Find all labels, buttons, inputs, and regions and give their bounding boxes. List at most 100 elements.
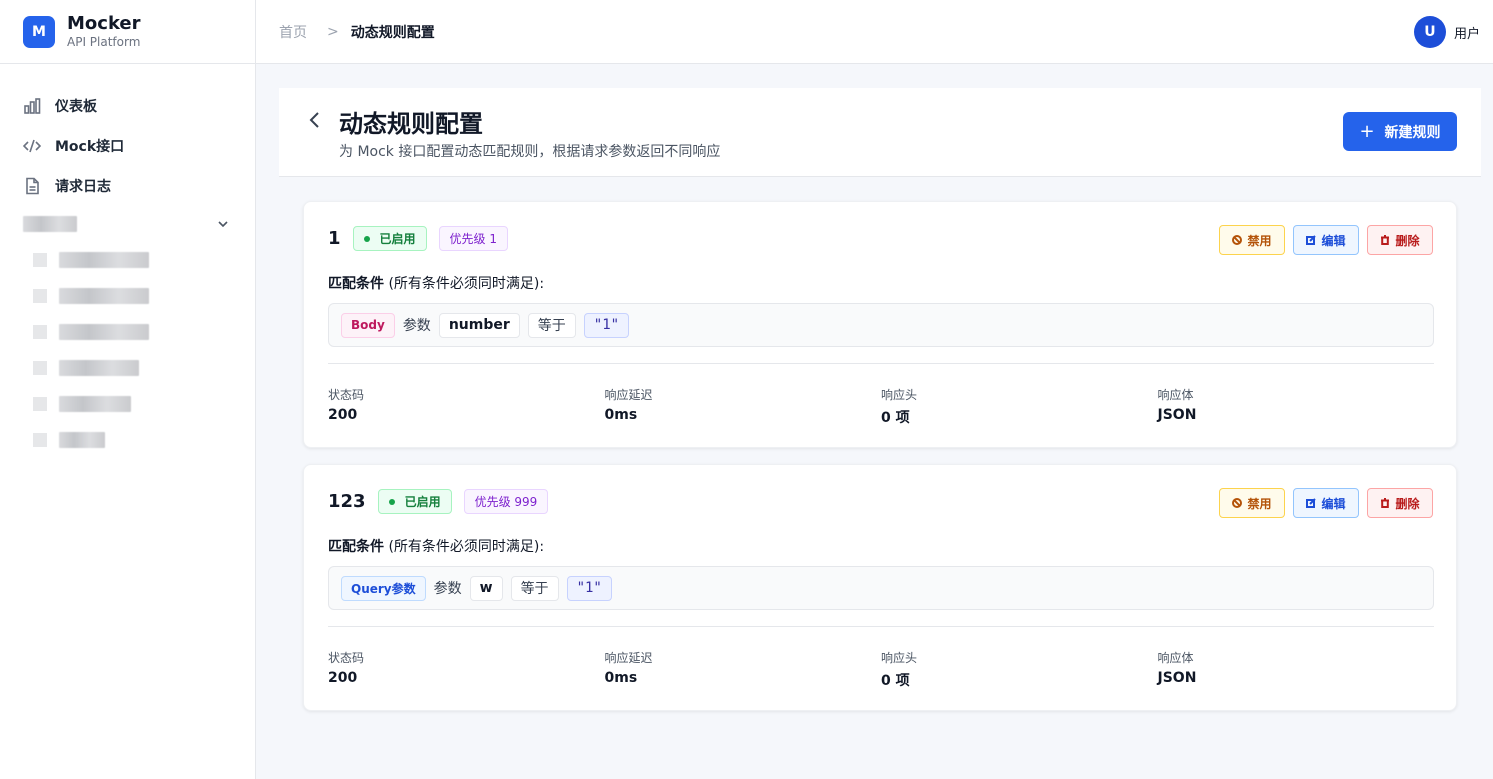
sidebar-item-logs[interactable]: 请求日志 xyxy=(0,166,255,206)
sidebar-item-dashboard[interactable]: 仪表板 xyxy=(0,86,255,126)
stat-value-headers: 0 项 xyxy=(881,673,910,689)
brand-name: Mocker xyxy=(67,12,141,34)
redacted-label xyxy=(59,360,139,376)
status-badge: 已启用 xyxy=(352,226,427,251)
code-icon xyxy=(23,139,41,153)
condition-label: 匹配条件 (所有条件必须同时满足): xyxy=(328,276,545,292)
brand[interactable]: M Mocker API Platform xyxy=(0,0,255,64)
sidebar: M Mocker API Platform 仪表板 Mock接口 请求日志 xyxy=(0,0,256,779)
sidebar-subitem-redacted[interactable] xyxy=(0,386,255,422)
condition-key: w xyxy=(469,575,503,601)
stat-value-delay: 0ms xyxy=(604,407,638,423)
rule-card: 123 已启用 优先级 999 禁用 编辑 删除 匹配条件 (所有条件必须同时满… xyxy=(303,464,1457,711)
stat-value-body: JSON xyxy=(1157,407,1197,423)
sidebar-subitem-redacted[interactable] xyxy=(0,422,255,458)
stat-value-delay: 0ms xyxy=(604,670,638,686)
brand-logo: M xyxy=(23,15,55,48)
condition-label: 匹配条件 (所有条件必须同时满足): xyxy=(328,539,545,555)
stat-label-delay: 响应延迟 xyxy=(604,651,653,665)
document-icon xyxy=(26,177,39,195)
breadcrumb-separator-icon: > xyxy=(327,23,339,40)
sidebar-item-label: 请求日志 xyxy=(55,179,111,195)
condition-row: Body 参数 number 等于 "1" xyxy=(328,303,1434,347)
redacted-label xyxy=(59,288,149,304)
rule-name: 123 xyxy=(328,491,366,512)
disable-button[interactable]: 禁用 xyxy=(1219,488,1285,518)
condition-operator: 等于 xyxy=(527,312,576,338)
rule-name: 1 xyxy=(328,228,341,249)
edit-icon xyxy=(1306,498,1317,508)
breadcrumb-current: 动态规则配置 xyxy=(350,24,435,41)
stat-label-delay: 响应延迟 xyxy=(604,388,653,402)
sidebar-item-label: 仪表板 xyxy=(55,99,97,115)
delete-button[interactable]: 删除 xyxy=(1367,488,1433,518)
avatar: U xyxy=(1413,16,1446,48)
new-rule-label: 新建规则 xyxy=(1384,124,1441,141)
stat-value-headers: 0 项 xyxy=(881,410,910,426)
stat-label-body: 响应体 xyxy=(1157,388,1194,402)
condition-source: Query参数 xyxy=(341,575,426,601)
divider xyxy=(328,626,1434,627)
sidebar-subitem-redacted[interactable] xyxy=(0,350,255,386)
priority-badge: 优先级 1 xyxy=(438,226,508,251)
redacted-label xyxy=(23,216,77,232)
sidebar-subitem-redacted[interactable] xyxy=(0,242,255,278)
trash-icon xyxy=(1381,235,1390,245)
stat-label-status: 状态码 xyxy=(328,388,365,402)
page-title: 动态规则配置 xyxy=(339,110,483,138)
back-arrow-icon[interactable] xyxy=(305,110,325,130)
edit-button[interactable]: 编辑 xyxy=(1293,488,1359,518)
bar-chart-icon xyxy=(24,98,41,114)
redacted-icon xyxy=(33,361,47,375)
sidebar-subitem-redacted[interactable] xyxy=(0,314,255,350)
user-name: 用户 xyxy=(1453,26,1480,42)
redacted-label xyxy=(59,396,131,412)
sidebar-group-redacted[interactable] xyxy=(0,206,255,242)
response-stats: 状态码 200 响应延迟 0ms 响应头 0 项 响应体 JSON xyxy=(328,386,1434,427)
stat-label-body: 响应体 xyxy=(1157,651,1194,665)
page-subtitle: 为 Mock 接口配置动态匹配规则，根据请求参数返回不同响应 xyxy=(339,144,721,160)
page-header: 动态规则配置 为 Mock 接口配置动态匹配规则，根据请求参数返回不同响应 + … xyxy=(279,88,1481,177)
redacted-icon xyxy=(33,433,47,447)
topbar: 首页 > 动态规则配置 U 用户 xyxy=(256,0,1493,64)
sidebar-subitem-redacted[interactable] xyxy=(0,278,255,314)
param-label: 参数 xyxy=(433,581,462,597)
stat-value-status: 200 xyxy=(328,670,358,686)
stat-label-headers: 响应头 xyxy=(881,388,918,402)
ban-icon xyxy=(1232,498,1243,508)
stat-label-headers: 响应头 xyxy=(881,651,918,665)
redacted-icon xyxy=(33,325,47,339)
divider xyxy=(328,363,1434,364)
condition-row: Query参数 参数 w 等于 "1" xyxy=(328,566,1434,610)
sidebar-item-mock[interactable]: Mock接口 xyxy=(0,126,255,166)
brand-subtitle: API Platform xyxy=(67,35,141,50)
rule-card: 1 已启用 优先级 1 禁用 编辑 删除 匹配条件 (所有条件必须同时满足): … xyxy=(303,201,1457,448)
condition-key: number xyxy=(438,312,520,338)
breadcrumb-home[interactable]: 首页 xyxy=(279,22,307,42)
delete-button[interactable]: 删除 xyxy=(1367,225,1433,255)
redacted-icon xyxy=(33,289,47,303)
sidebar-nav: 仪表板 Mock接口 请求日志 xyxy=(0,64,255,458)
trash-icon xyxy=(1381,498,1390,508)
stat-value-body: JSON xyxy=(1157,670,1197,686)
stat-label-status: 状态码 xyxy=(328,651,365,665)
condition-operator: 等于 xyxy=(510,575,559,601)
edit-button[interactable]: 编辑 xyxy=(1293,225,1359,255)
sidebar-item-label: Mock接口 xyxy=(55,139,125,155)
disable-button[interactable]: 禁用 xyxy=(1219,225,1285,255)
redacted-label xyxy=(59,324,149,340)
param-label: 参数 xyxy=(402,318,431,334)
new-rule-button[interactable]: + 新建规则 xyxy=(1343,112,1457,151)
condition-value: "1" xyxy=(566,575,612,601)
redacted-icon xyxy=(33,397,47,411)
condition-value: "1" xyxy=(583,312,630,338)
priority-badge: 优先级 999 xyxy=(463,489,549,514)
ban-icon xyxy=(1232,235,1243,245)
chevron-down-icon xyxy=(218,221,228,228)
plus-icon: + xyxy=(1359,121,1375,142)
condition-source: Body xyxy=(341,312,395,338)
user-menu[interactable]: U 用户 xyxy=(1413,16,1480,48)
redacted-icon xyxy=(33,253,47,267)
edit-icon xyxy=(1306,235,1317,245)
redacted-label xyxy=(59,252,149,268)
